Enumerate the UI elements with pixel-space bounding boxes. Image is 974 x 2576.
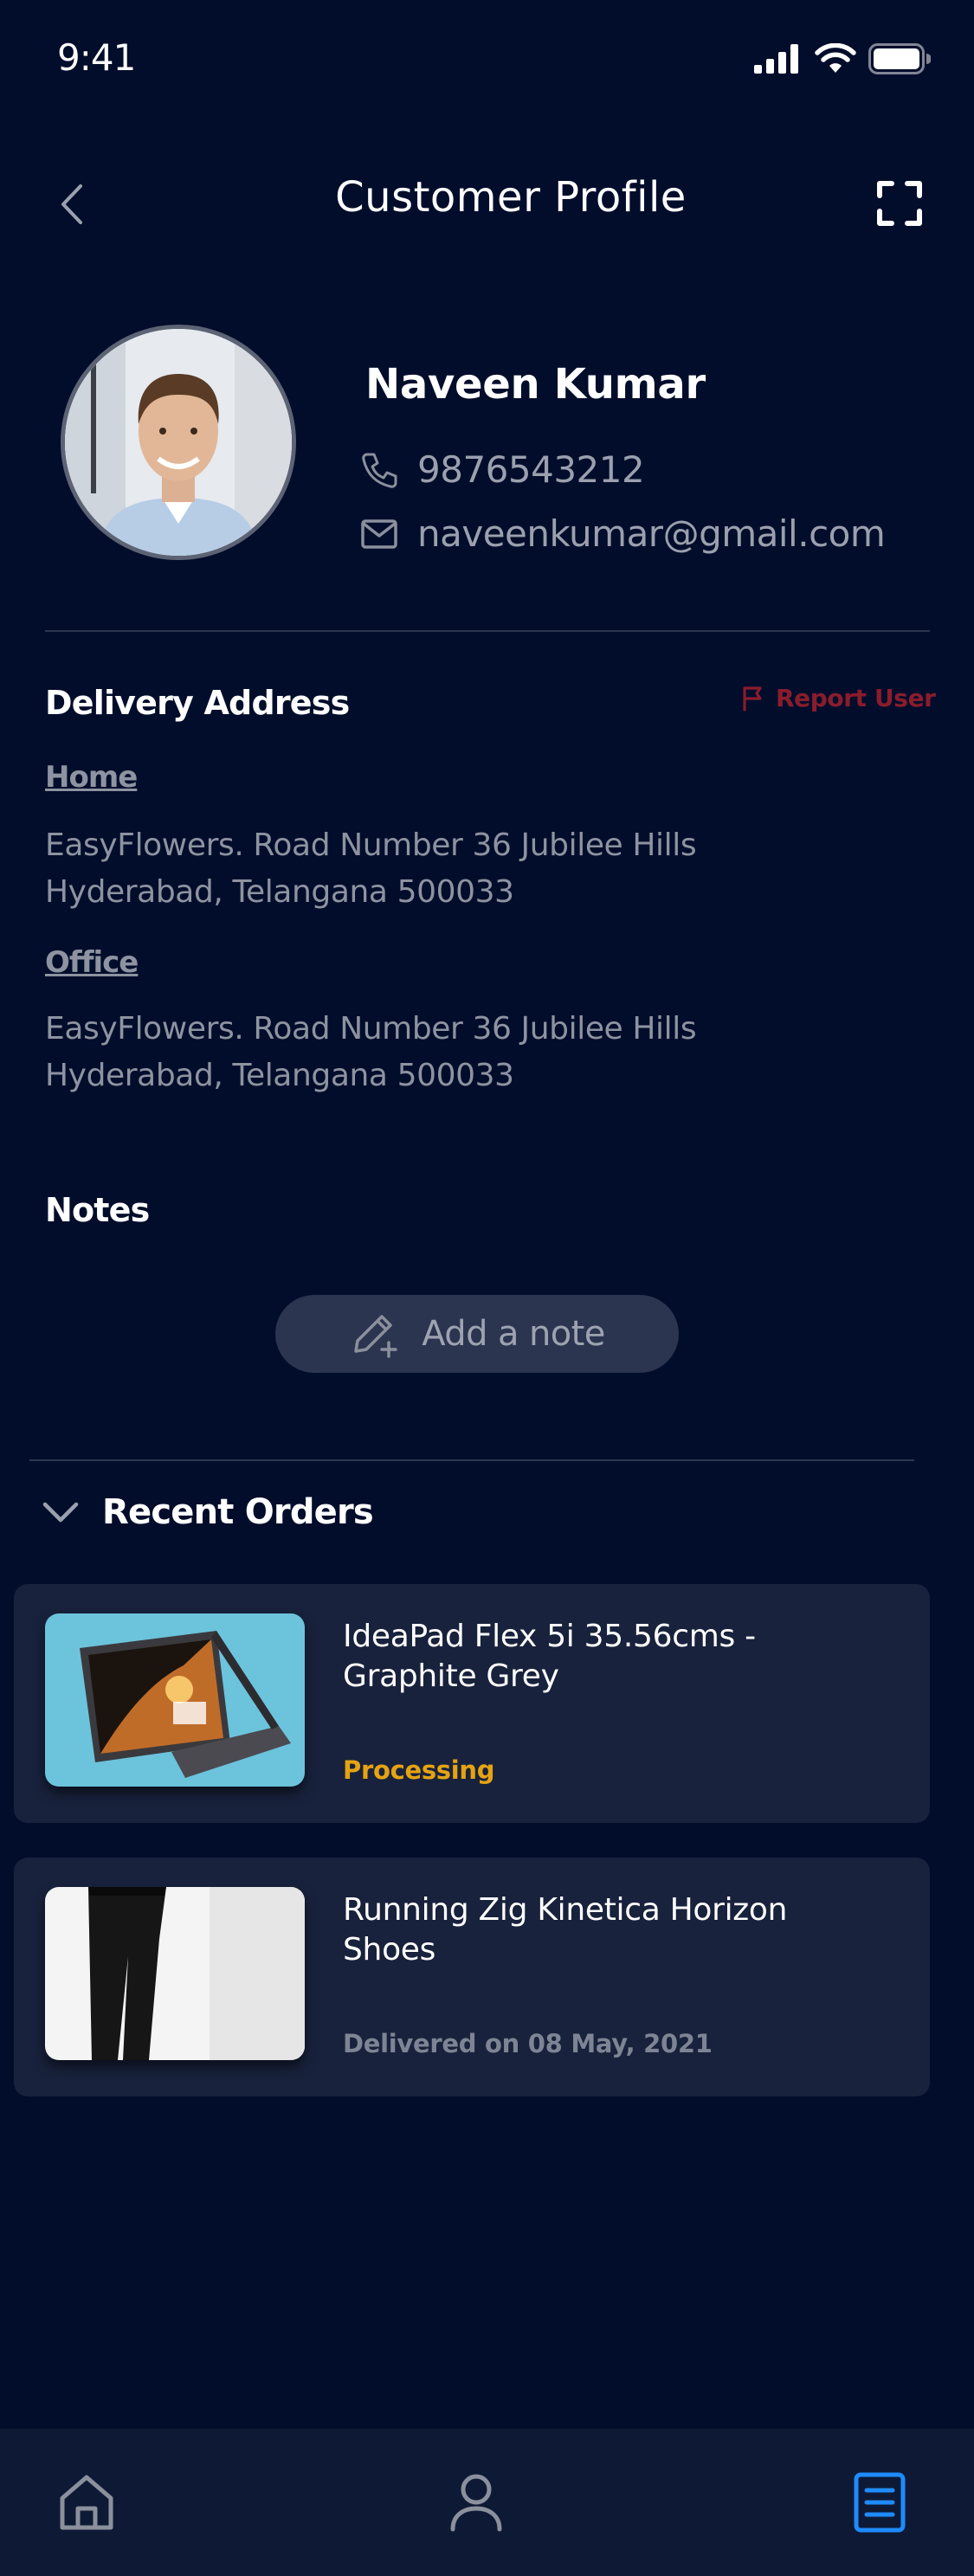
nav-profile[interactable] — [424, 2429, 528, 2576]
recent-orders-title: Recent Orders — [102, 1492, 374, 1532]
order-card[interactable]: Running Zig Kinetica Horizon Shoes Deliv… — [14, 1858, 930, 2096]
flag-icon — [743, 686, 762, 712]
orders-icon — [854, 2472, 906, 2533]
expand-icon — [877, 181, 922, 226]
home-icon — [60, 2475, 113, 2530]
address-label-office: Office — [45, 945, 139, 980]
phone-icon — [362, 453, 397, 488]
address-label-home: Home — [45, 760, 138, 795]
order-status: Processing — [343, 1755, 495, 1785]
page-title: Customer Profile — [335, 173, 687, 222]
address-line: Hyderabad, Telangana 500033 — [45, 874, 514, 910]
email-row[interactable]: naveenkumar@gmail.com — [360, 512, 886, 555]
nav-home[interactable] — [35, 2429, 139, 2576]
laptop-product-image — [45, 1613, 305, 1787]
add-note-label: Add a note — [422, 1314, 605, 1354]
bottom-nav — [0, 2429, 974, 2576]
order-product-name: Running Zig Kinetica Horizon Shoes — [343, 1892, 788, 1967]
nav-orders[interactable] — [828, 2429, 932, 2576]
address-line: Hyderabad, Telangana 500033 — [45, 1058, 514, 1093]
recent-orders-toggle[interactable]: Recent Orders — [42, 1492, 374, 1532]
address-office: EasyFlowers. Road Number 36 Jubilee Hill… — [45, 1006, 824, 1099]
customer-name: Naveen Kumar — [365, 360, 706, 409]
email-address: naveenkumar@gmail.com — [417, 512, 886, 555]
address-line: EasyFlowers. Road Number 36 Jubilee Hill… — [45, 828, 697, 863]
order-status: Delivered on 08 May, 2021 — [343, 2029, 713, 2058]
edit-note-icon — [354, 1315, 397, 1358]
status-time: 9:41 — [57, 36, 136, 79]
shoes-product-image — [45, 1887, 305, 2060]
report-user-button[interactable]: Report User — [741, 684, 936, 712]
mail-icon — [361, 518, 397, 549]
divider — [29, 1459, 914, 1461]
phone-row[interactable]: 9876543212 — [360, 448, 645, 491]
avatar — [61, 325, 296, 560]
order-product-name: IdeaPad Flex 5i 35.56cms - Graphite Grey — [343, 1619, 756, 1694]
user-icon — [450, 2474, 502, 2532]
signal-icon — [754, 44, 798, 74]
chevron-down-icon — [42, 1502, 79, 1523]
address-line: EasyFlowers. Road Number 36 Jubilee Hill… — [45, 1011, 697, 1046]
status-icons — [754, 42, 931, 76]
expand-button[interactable] — [876, 180, 923, 227]
report-user-label: Report User — [776, 684, 936, 712]
wifi-icon — [815, 43, 856, 73]
add-note-button[interactable]: Add a note — [275, 1295, 679, 1373]
divider — [45, 630, 930, 632]
battery-icon — [868, 43, 931, 74]
address-home: EasyFlowers. Road Number 36 Jubilee Hill… — [45, 822, 824, 916]
phone-number: 9876543212 — [417, 448, 645, 491]
order-card[interactable]: IdeaPad Flex 5i 35.56cms - Graphite Grey… — [14, 1584, 930, 1823]
notes-title: Notes — [45, 1191, 150, 1229]
delivery-address-title: Delivery Address — [45, 684, 350, 722]
